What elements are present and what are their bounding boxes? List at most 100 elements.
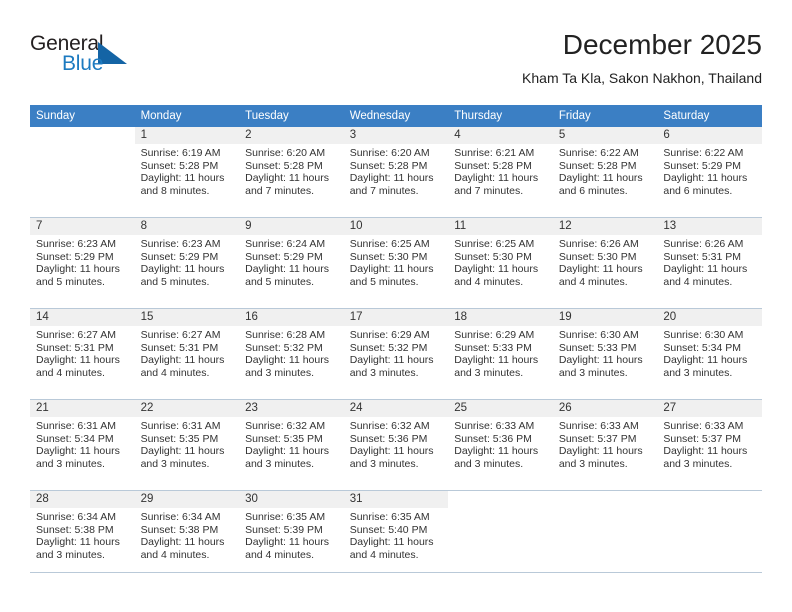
day-number: 14 [30, 309, 135, 326]
daylight-text-line2: and 3 minutes. [558, 457, 628, 470]
daylight-text-line2: and 5 minutes. [349, 275, 419, 288]
calendar-cell-empty [552, 490, 658, 581]
calendar-cell-day[interactable]: 9 Sunrise: 6:24 AM Sunset: 5:29 PM Daylight… [239, 217, 344, 309]
general-blue-logo[interactable]: General Blue [30, 32, 160, 84]
day-number: 24 [343, 400, 449, 417]
sunset-text: Sunset: 5:28 PM [140, 159, 219, 172]
calendar-cell-day[interactable]: 23 Sunrise: 6:32 AM Sunset: 5:35 PM Dayligh… [239, 399, 344, 491]
calendar-cell-day[interactable]: 17 Sunrise: 6:29 AM Sunset: 5:32 PM Dayligh… [343, 308, 449, 400]
daylight-text-line1: Daylight: 11 hours [140, 172, 225, 185]
sunrise-text: Sunrise: 6:27 AM [36, 329, 116, 341]
day-details: Sunrise: 6:25 AM Sunset: 5:30 PM Daylight:… [448, 235, 553, 288]
calendar-cell-day[interactable]: 24 Sunrise: 6:32 AM Sunset: 5:36 PM Dayligh… [343, 399, 449, 491]
day-details: Sunrise: 6:22 AM Sunset: 5:29 PM Daylight:… [657, 144, 762, 197]
calendar-cell-day[interactable]: 29 Sunrise: 6:34 AM Sunset: 5:38 PM Dayligh… [134, 490, 240, 581]
daylight-text-line1: Daylight: 11 hours [140, 536, 225, 549]
daylight-text-line1: Daylight: 11 hours [140, 354, 225, 367]
weekday-header-thursday: Thursday [448, 105, 553, 127]
calendar-cell-day[interactable]: 2 Sunrise: 6:20 AM Sunset: 5:28 PM Daylight… [239, 127, 344, 218]
calendar-cell-day[interactable]: 22 Sunrise: 6:31 AM Sunset: 5:35 PM Dayligh… [134, 399, 240, 491]
page-title: December 2025 [562, 29, 762, 60]
daylight-text-line2: and 3 minutes. [36, 457, 105, 470]
daylight-text-line1: Daylight: 11 hours [245, 536, 329, 549]
calendar-cell-day[interactable]: 26 Sunrise: 6:33 AM Sunset: 5:37 PM Dayligh… [552, 399, 658, 491]
day-details: Sunrise: 6:35 AM Sunset: 5:40 PM Daylight:… [344, 508, 449, 561]
daylight-text-line1: Daylight: 11 hours [454, 172, 539, 185]
calendar-week-row: 14 Sunrise: 6:27 AM Sunset: 5:31 PM Dayligh… [30, 308, 762, 400]
sunrise-text: Sunrise: 6:30 AM [663, 329, 744, 341]
calendar-cell-day[interactable]: 27 Sunrise: 6:33 AM Sunset: 5:37 PM Dayligh… [657, 399, 762, 491]
calendar-cell-day[interactable]: 21 Sunrise: 6:31 AM Sunset: 5:34 PM Dayligh… [30, 399, 135, 491]
calendar-cell-day[interactable]: 25 Sunrise: 6:33 AM Sunset: 5:36 PM Dayligh… [448, 399, 553, 491]
day-details: Sunrise: 6:20 AM Sunset: 5:28 PM Daylight:… [344, 144, 449, 197]
calendar-cell-day[interactable]: 4 Sunrise: 6:21 AM Sunset: 5:28 PM Daylight… [448, 127, 553, 218]
day-details: Sunrise: 6:27 AM Sunset: 5:31 PM Daylight:… [30, 326, 135, 379]
sunset-text: Sunset: 5:35 PM [140, 432, 219, 445]
sunset-text: Sunset: 5:34 PM [36, 432, 114, 445]
daylight-text-line2: and 4 minutes. [663, 275, 733, 288]
daylight-text-line2: and 5 minutes. [245, 275, 315, 288]
calendar-cell-day[interactable]: 31 Sunrise: 6:35 AM Sunset: 5:40 PM Dayligh… [343, 490, 449, 581]
calendar-cell-day[interactable]: 28 Sunrise: 6:34 AM Sunset: 5:38 PM Dayligh… [30, 490, 135, 581]
calendar-bottom-rule [30, 572, 762, 573]
daylight-text-line2: and 3 minutes. [140, 457, 210, 470]
day-details: Sunrise: 6:23 AM Sunset: 5:29 PM Daylight:… [135, 235, 240, 288]
sunset-text: Sunset: 5:32 PM [245, 341, 323, 354]
day-number: 9 [239, 218, 344, 235]
sunrise-text: Sunrise: 6:29 AM [454, 329, 535, 341]
day-number: 21 [30, 400, 135, 417]
sunset-text: Sunset: 5:31 PM [663, 250, 742, 263]
sunrise-text: Sunrise: 6:35 AM [349, 511, 430, 523]
calendar-cell-day[interactable]: 19 Sunrise: 6:30 AM Sunset: 5:33 PM Dayligh… [552, 308, 658, 400]
day-details: Sunrise: 6:30 AM Sunset: 5:34 PM Daylight:… [657, 326, 762, 379]
calendar-body: 1 Sunrise: 6:19 AM Sunset: 5:28 PM Daylight… [30, 127, 762, 581]
day-details: Sunrise: 6:23 AM Sunset: 5:29 PM Daylight:… [30, 235, 135, 288]
calendar-cell-day[interactable]: 16 Sunrise: 6:28 AM Sunset: 5:32 PM Dayligh… [239, 308, 344, 400]
daylight-text-line1: Daylight: 11 hours [663, 263, 748, 276]
calendar-cell-day[interactable]: 6 Sunrise: 6:22 AM Sunset: 5:29 PM Daylight… [657, 127, 762, 218]
sunrise-text: Sunrise: 6:32 AM [349, 420, 430, 432]
calendar-cell-day[interactable]: 11 Sunrise: 6:25 AM Sunset: 5:30 PM Dayligh… [448, 217, 553, 309]
day-details: Sunrise: 6:19 AM Sunset: 5:28 PM Daylight:… [135, 144, 240, 197]
calendar-cell-day[interactable]: 14 Sunrise: 6:27 AM Sunset: 5:31 PM Dayligh… [30, 308, 135, 400]
calendar-cell-day[interactable]: 1 Sunrise: 6:19 AM Sunset: 5:28 PM Daylight… [134, 127, 240, 218]
day-number: 29 [134, 491, 240, 508]
sunset-text: Sunset: 5:28 PM [349, 159, 428, 172]
daylight-text-line2: and 3 minutes. [245, 366, 315, 379]
day-number: 12 [552, 218, 658, 235]
day-details: Sunrise: 6:33 AM Sunset: 5:37 PM Daylight:… [553, 417, 658, 470]
calendar-cell-day[interactable]: 8 Sunrise: 6:23 AM Sunset: 5:29 PM Daylight… [134, 217, 240, 309]
day-number: 2 [239, 127, 344, 144]
sunrise-text: Sunrise: 6:31 AM [36, 420, 116, 432]
sunrise-text: Sunrise: 6:26 AM [663, 238, 744, 250]
day-number [448, 491, 553, 508]
calendar-cell-day[interactable]: 7 Sunrise: 6:23 AM Sunset: 5:29 PM Daylight… [30, 217, 135, 309]
day-number [553, 491, 658, 508]
daylight-text-line1: Daylight: 11 hours [245, 172, 329, 185]
sunrise-text: Sunrise: 6:28 AM [245, 329, 326, 341]
day-number: 19 [552, 309, 658, 326]
calendar-cell-day[interactable]: 15 Sunrise: 6:27 AM Sunset: 5:31 PM Dayligh… [134, 308, 240, 400]
sunrise-text: Sunrise: 6:33 AM [663, 420, 744, 432]
day-number: 28 [30, 491, 135, 508]
calendar-cell-day[interactable]: 13 Sunrise: 6:26 AM Sunset: 5:31 PM Dayligh… [657, 217, 762, 309]
daylight-text-line1: Daylight: 11 hours [558, 445, 643, 458]
daylight-text-line1: Daylight: 11 hours [36, 354, 120, 367]
sunset-text: Sunset: 5:34 PM [663, 341, 742, 354]
calendar-cell-day[interactable]: 12 Sunrise: 6:26 AM Sunset: 5:30 PM Dayligh… [552, 217, 658, 309]
calendar-cell-day[interactable]: 10 Sunrise: 6:25 AM Sunset: 5:30 PM Dayligh… [343, 217, 449, 309]
calendar-cell-day[interactable]: 18 Sunrise: 6:29 AM Sunset: 5:33 PM Dayligh… [448, 308, 553, 400]
day-details: Sunrise: 6:29 AM Sunset: 5:32 PM Daylight:… [344, 326, 449, 379]
sunrise-text: Sunrise: 6:21 AM [454, 147, 535, 159]
day-details: Sunrise: 6:26 AM Sunset: 5:31 PM Daylight:… [657, 235, 762, 288]
sunrise-text: Sunrise: 6:26 AM [558, 238, 639, 250]
day-details: Sunrise: 6:32 AM Sunset: 5:35 PM Daylight:… [239, 417, 344, 470]
sunrise-text: Sunrise: 6:19 AM [140, 147, 221, 159]
daylight-text-line2: and 3 minutes. [454, 457, 524, 470]
calendar-cell-day[interactable]: 30 Sunrise: 6:35 AM Sunset: 5:39 PM Dayligh… [239, 490, 344, 581]
calendar-cell-day[interactable]: 20 Sunrise: 6:30 AM Sunset: 5:34 PM Dayligh… [657, 308, 762, 400]
calendar-cell-day[interactable]: 3 Sunrise: 6:20 AM Sunset: 5:28 PM Daylight… [343, 127, 449, 218]
sunset-text: Sunset: 5:28 PM [558, 159, 637, 172]
calendar-cell-day[interactable]: 5 Sunrise: 6:22 AM Sunset: 5:28 PM Daylight… [552, 127, 658, 218]
sunset-text: Sunset: 5:33 PM [454, 341, 532, 354]
